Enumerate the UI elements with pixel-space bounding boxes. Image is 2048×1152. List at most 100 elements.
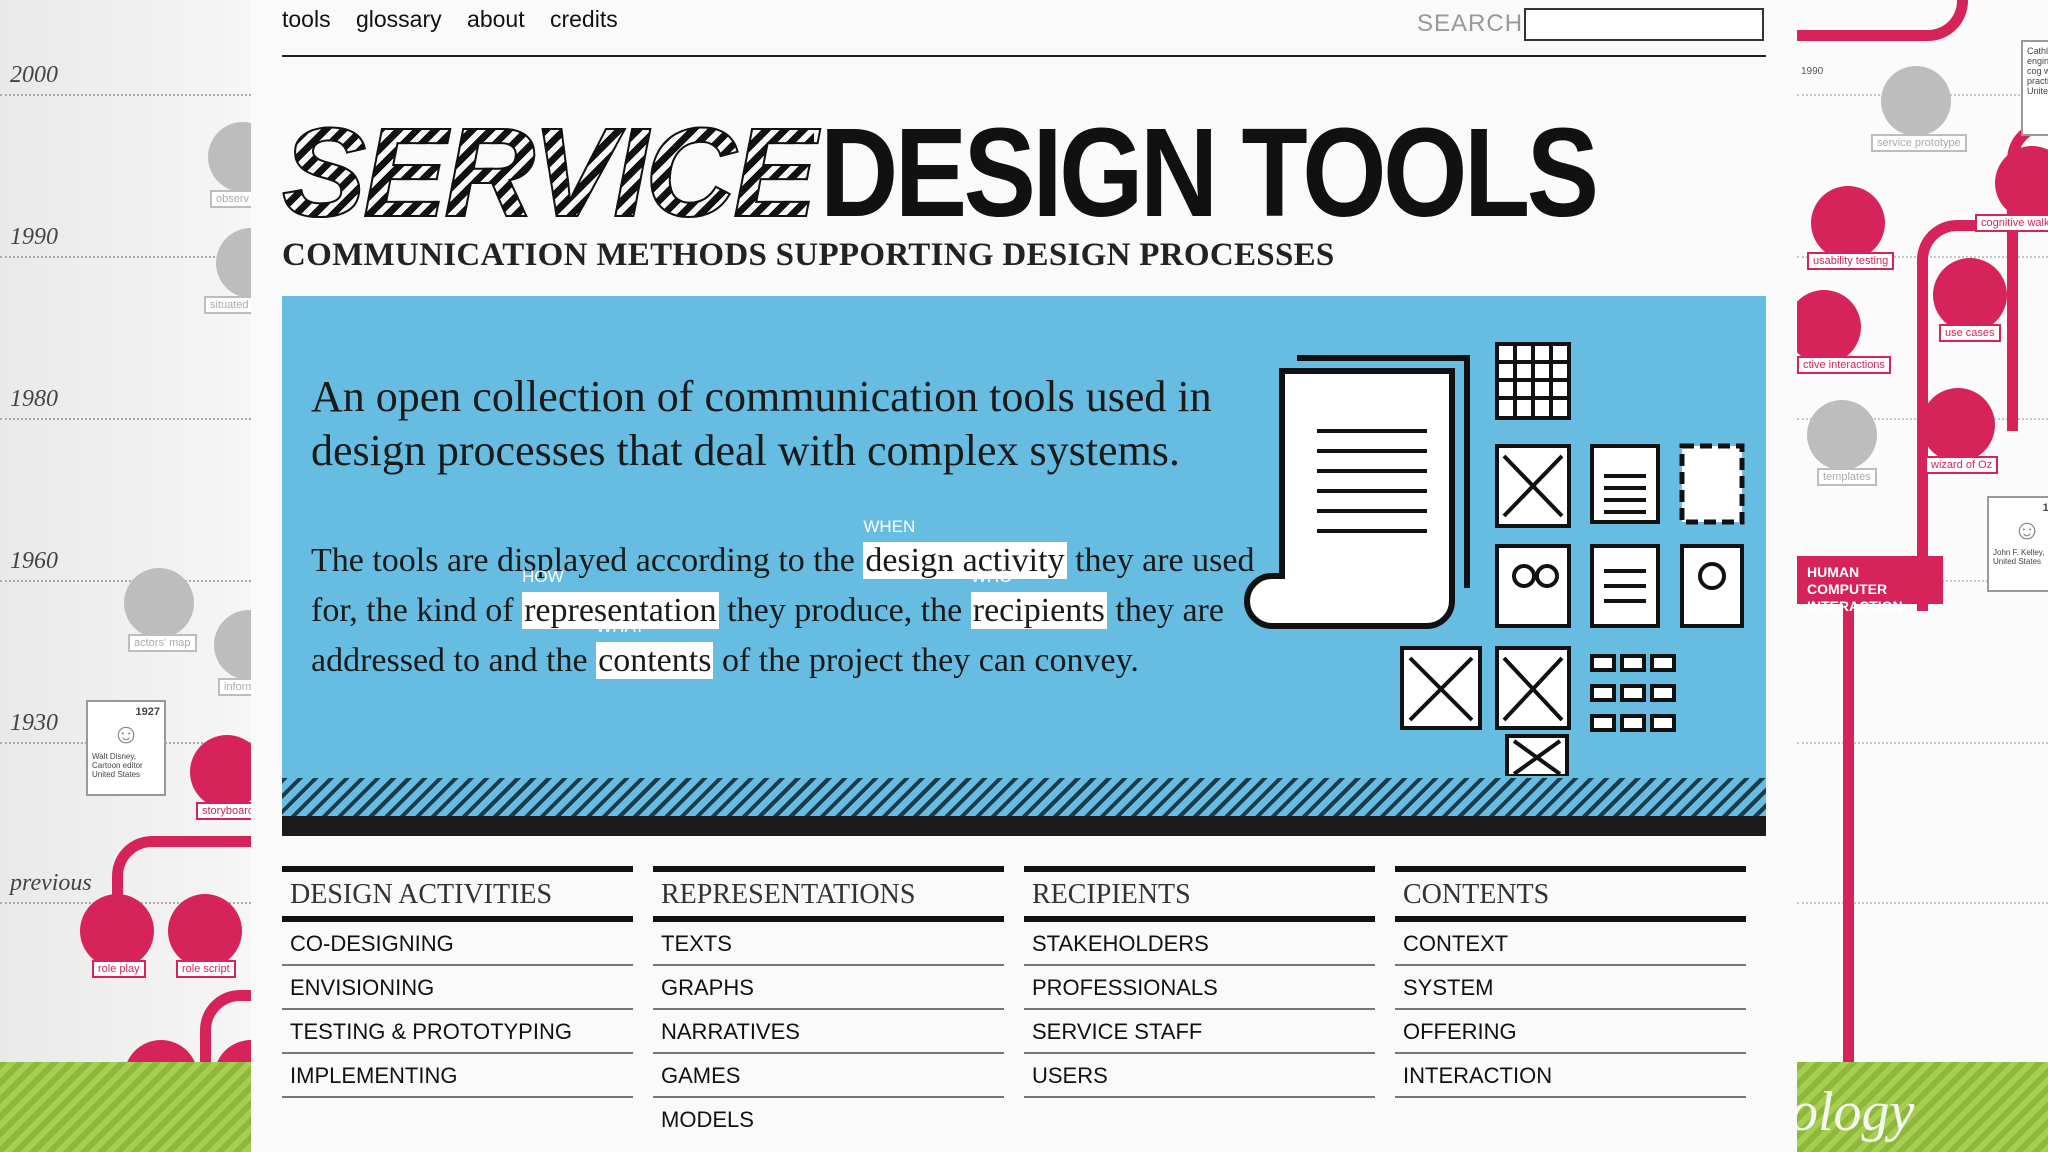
card-year: 1990 bbox=[1801, 66, 1824, 77]
category-link[interactable]: PROFESSIONALS bbox=[1024, 966, 1375, 1010]
service-prototype-icon[interactable] bbox=[1881, 66, 1951, 136]
category-link[interactable]: SYSTEM bbox=[1395, 966, 1746, 1010]
tool-tag[interactable]: service prototype bbox=[1871, 134, 1967, 152]
year-divider bbox=[1797, 742, 2048, 744]
information-tool-icon[interactable] bbox=[214, 610, 251, 680]
tool-tag[interactable]: observ bbox=[210, 190, 251, 208]
search-input[interactable] bbox=[1524, 8, 1764, 41]
category-column-representations: REPRESENTATIONS TEXTS GRAPHS NARRATIVES … bbox=[653, 866, 1004, 1140]
category-link[interactable]: TESTING & PROTOTYPING bbox=[282, 1010, 633, 1054]
category-link[interactable]: CONTEXT bbox=[1395, 922, 1746, 966]
year-divider bbox=[0, 94, 251, 96]
year-label: 1990 bbox=[10, 224, 58, 250]
actors-map-icon[interactable] bbox=[124, 568, 194, 638]
tool-tag[interactable]: role play bbox=[92, 960, 146, 978]
title-design-tools: DESIGN TOOLS bbox=[820, 102, 1599, 243]
year-label: 1930 bbox=[10, 710, 58, 736]
category-link[interactable]: GRAPHS bbox=[653, 966, 1004, 1010]
year-label: 2000 bbox=[10, 62, 58, 88]
tool-tag[interactable]: storyboard bbox=[196, 802, 251, 820]
year-divider bbox=[0, 418, 251, 420]
use-cases-icon[interactable] bbox=[1933, 258, 2007, 332]
tool-tag[interactable]: actors' map bbox=[128, 634, 197, 652]
year-divider bbox=[1797, 902, 2048, 904]
people-scene-icon bbox=[1495, 544, 1571, 628]
year-label: 1980 bbox=[10, 386, 58, 412]
background-word: ology bbox=[1790, 1081, 1915, 1143]
table-grid-icon bbox=[1495, 342, 1571, 420]
templates-icon[interactable] bbox=[1807, 400, 1877, 470]
year-divider bbox=[0, 580, 251, 582]
column-heading: DESIGN ACTIVITIES bbox=[282, 866, 633, 922]
nav-credits[interactable]: credits bbox=[550, 6, 618, 32]
category-link[interactable]: GAMES bbox=[653, 1054, 1004, 1098]
tool-origin-card: Cathleen engineer The cog walkthr a prac… bbox=[2021, 40, 2048, 136]
year-label: previous bbox=[10, 870, 92, 896]
category-link[interactable]: USERS bbox=[1024, 1054, 1375, 1098]
storyboard-icon[interactable] bbox=[190, 735, 251, 809]
situated-tool-icon[interactable] bbox=[216, 228, 251, 298]
person-icon: ☺ bbox=[111, 718, 141, 749]
category-link[interactable]: IMPLEMENTING bbox=[282, 1054, 633, 1098]
timeline-left-panel: 2000 1990 1980 1960 1930 previous observ… bbox=[0, 0, 251, 1152]
banner-bottom-bar bbox=[282, 816, 1766, 836]
main-content: tools glossary about credits SEARCH SERV… bbox=[251, 0, 1797, 1152]
highlight-design-activity: WHEN design activity bbox=[863, 517, 1067, 579]
tool-tag[interactable]: usability testing bbox=[1807, 252, 1895, 270]
model-stack-icon bbox=[1505, 734, 1569, 776]
timeline-branch bbox=[1797, 0, 1968, 41]
cognitive-walkthrough-icon[interactable] bbox=[1995, 146, 2048, 220]
top-nav: tools glossary about credits bbox=[282, 6, 637, 33]
category-link[interactable]: STAKEHOLDERS bbox=[1024, 922, 1375, 966]
timeline-trunk bbox=[1843, 570, 1854, 1070]
nav-about[interactable]: about bbox=[467, 6, 525, 32]
banner-body-text: The tools are displayed according to the… bbox=[311, 517, 1255, 679]
category-link[interactable]: INTERACTION bbox=[1395, 1054, 1746, 1098]
profile-card-icon bbox=[1680, 544, 1744, 628]
year-divider bbox=[0, 256, 251, 258]
banner-hatch-band bbox=[282, 778, 1766, 816]
column-heading: RECIPIENTS bbox=[1024, 866, 1375, 922]
tool-tag[interactable]: ctive interactions bbox=[1797, 356, 1891, 374]
category-link[interactable]: OFFERING bbox=[1395, 1010, 1746, 1054]
tool-tag[interactable]: use cases bbox=[1939, 324, 2001, 342]
tool-tag[interactable]: role script bbox=[176, 960, 236, 978]
banner-lead-text: An open collection of communication tool… bbox=[311, 372, 1212, 475]
category-link[interactable]: MODELS bbox=[653, 1098, 1004, 1140]
wizard-of-oz-icon[interactable] bbox=[1921, 388, 1995, 462]
intro-banner: An open collection of communication tool… bbox=[282, 296, 1766, 836]
category-link[interactable]: SERVICE STAFF bbox=[1024, 1010, 1375, 1054]
site-subtitle: COMMUNICATION METHODS SUPPORTING DESIGN … bbox=[282, 237, 1335, 273]
column-heading: REPRESENTATIONS bbox=[653, 866, 1004, 922]
hci-category-label[interactable]: HUMAN COMPUTER INTERACTION bbox=[1797, 556, 1943, 614]
header-rule bbox=[282, 55, 1766, 57]
interactions-icon[interactable] bbox=[1797, 290, 1861, 364]
document-illustration bbox=[1244, 342, 1745, 776]
image-collage-icon bbox=[1495, 646, 1571, 730]
paper-scroll-icon bbox=[1244, 355, 1470, 629]
category-link[interactable]: NARRATIVES bbox=[653, 1010, 1004, 1054]
highlight-recipients: WHO recipients bbox=[970, 567, 1107, 629]
tool-tag[interactable]: cognitive walk bbox=[1975, 214, 2048, 232]
tool-tag[interactable]: situated bbox=[204, 296, 251, 314]
nav-tools[interactable]: tools bbox=[282, 6, 331, 32]
site-title: SERVICEDESIGN TOOLS bbox=[281, 102, 1722, 243]
nav-glossary[interactable]: glossary bbox=[356, 6, 442, 32]
usability-testing-icon[interactable] bbox=[1811, 186, 1885, 260]
category-link[interactable]: CO-DESIGNING bbox=[282, 922, 633, 966]
tool-tag[interactable]: wizard of Oz bbox=[1925, 456, 1999, 474]
tool-origin-card: 198 ☺ John F. Kelley, United States bbox=[1987, 496, 2048, 592]
highlight-contents: WHAT contents bbox=[596, 617, 714, 679]
category-link[interactable]: TEXTS bbox=[653, 922, 1004, 966]
tool-tag[interactable]: templates bbox=[1817, 468, 1877, 486]
dashed-frame-icon bbox=[1679, 443, 1745, 525]
tool-tag[interactable]: inform bbox=[218, 678, 251, 696]
flow-boxes-icon bbox=[1590, 654, 1676, 732]
role-play-icon[interactable] bbox=[80, 894, 154, 968]
tool-origin-card: 1927 ☺ Walt Disney, Cartoon editor Unite… bbox=[86, 700, 166, 796]
person-icon: ☺ bbox=[2012, 514, 2042, 545]
role-script-icon[interactable] bbox=[168, 894, 242, 968]
text-page-icon bbox=[1590, 444, 1660, 524]
observation-tool-icon[interactable] bbox=[208, 122, 251, 192]
category-link[interactable]: ENVISIONING bbox=[282, 966, 633, 1010]
